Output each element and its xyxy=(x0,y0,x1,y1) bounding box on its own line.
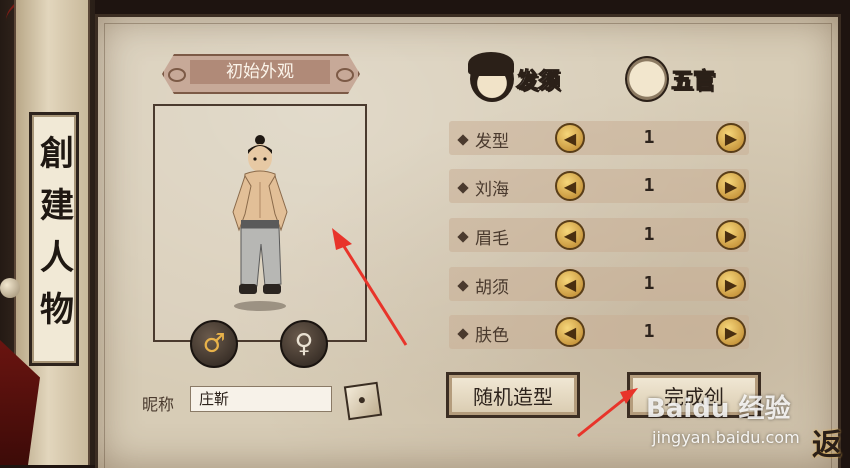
watermark-brand: Baidu 经验 xyxy=(646,394,791,424)
option-value: 1 xyxy=(643,321,655,342)
nickname-input[interactable]: 庄靳 xyxy=(190,386,332,412)
female-gender-button[interactable]: ♀ xyxy=(280,320,328,368)
chevron-right-icon: ▶ xyxy=(724,225,738,245)
next-eyebrows-button[interactable]: ▶ xyxy=(716,220,746,250)
next-bangs-button[interactable]: ▶ xyxy=(716,171,746,201)
chevron-right-icon: ▶ xyxy=(724,128,738,148)
chevron-left-icon: ◀ xyxy=(563,176,577,196)
next-skin-color-button[interactable]: ▶ xyxy=(716,317,746,347)
option-row-bangs: 刘海 ◀ 1 ▶ xyxy=(449,169,749,203)
create-character-title: 創建人物 xyxy=(33,135,74,343)
option-row-beard: 胡须 ◀ 1 ▶ xyxy=(449,267,749,301)
previous-skin-color-button[interactable]: ◀ xyxy=(555,317,585,347)
nickname-label: 昵称 xyxy=(142,395,175,414)
option-value: 1 xyxy=(643,224,655,245)
previous-eyebrows-button[interactable]: ◀ xyxy=(555,220,585,250)
next-beard-button[interactable]: ▶ xyxy=(716,269,746,299)
female-symbol-icon: ♀ xyxy=(294,329,314,359)
option-value: 1 xyxy=(643,175,655,196)
chevron-right-icon: ▶ xyxy=(724,274,738,294)
option-row-eyebrows: 眉毛 ◀ 1 ▶ xyxy=(449,218,749,252)
option-row-skin-color: 肤色 ◀ 1 ▶ xyxy=(449,315,749,349)
face-avatar-icon xyxy=(625,56,669,102)
watermark-url: jingyan.baidu.com xyxy=(652,428,800,447)
back-button[interactable]: 返 xyxy=(812,420,842,464)
previous-beard-button[interactable]: ◀ xyxy=(555,269,585,299)
scroll-roller: 創建人物 xyxy=(0,0,119,465)
previous-hairstyle-button[interactable]: ◀ xyxy=(555,123,585,153)
chevron-right-icon: ▶ xyxy=(724,176,738,196)
initial-appearance-plaque: 初始外观 xyxy=(162,54,360,94)
male-symbol-icon: ♂ xyxy=(202,329,226,359)
option-label: 刘海 xyxy=(475,180,509,200)
tab-hair-beard[interactable]: 发须 xyxy=(468,52,561,102)
male-gender-button[interactable]: ♂ xyxy=(190,320,238,368)
diamond-bullet-icon xyxy=(457,134,469,146)
tab-facial-features[interactable]: 五官 xyxy=(625,56,716,102)
chevron-left-icon: ◀ xyxy=(563,225,577,245)
chevron-right-icon: ▶ xyxy=(724,322,738,342)
random-style-button[interactable]: 随机造型 xyxy=(446,372,580,418)
diamond-bullet-icon xyxy=(457,182,469,194)
plaque-scroll-ornament-icon xyxy=(168,68,186,82)
character-model xyxy=(232,135,288,311)
next-hairstyle-button[interactable]: ▶ xyxy=(716,123,746,153)
hair-avatar-icon xyxy=(468,52,514,102)
diamond-bullet-icon xyxy=(457,231,469,243)
option-value: 1 xyxy=(643,127,655,148)
option-row-hairstyle: 发型 ◀ 1 ▶ xyxy=(449,121,749,155)
tab-facial-features-label: 五官 xyxy=(670,68,716,95)
create-character-title-strip: 創建人物 xyxy=(29,112,79,366)
initial-appearance-title: 初始外观 xyxy=(190,60,330,84)
option-label: 眉毛 xyxy=(475,229,509,249)
character-preview[interactable] xyxy=(153,104,367,342)
chevron-left-icon: ◀ xyxy=(563,274,577,294)
option-label: 肤色 xyxy=(475,326,509,346)
chevron-left-icon: ◀ xyxy=(563,128,577,148)
roller-knob xyxy=(0,278,20,298)
chevron-left-icon: ◀ xyxy=(563,322,577,342)
option-value: 1 xyxy=(643,273,655,294)
option-label: 胡须 xyxy=(475,278,509,298)
tab-hair-beard-label: 发须 xyxy=(515,68,561,95)
previous-bangs-button[interactable]: ◀ xyxy=(555,171,585,201)
option-label: 发型 xyxy=(475,132,509,152)
diamond-bullet-icon xyxy=(457,280,469,292)
plaque-scroll-ornament-icon xyxy=(336,68,354,82)
diamond-bullet-icon xyxy=(457,328,469,340)
random-name-dice-button[interactable] xyxy=(343,381,383,421)
